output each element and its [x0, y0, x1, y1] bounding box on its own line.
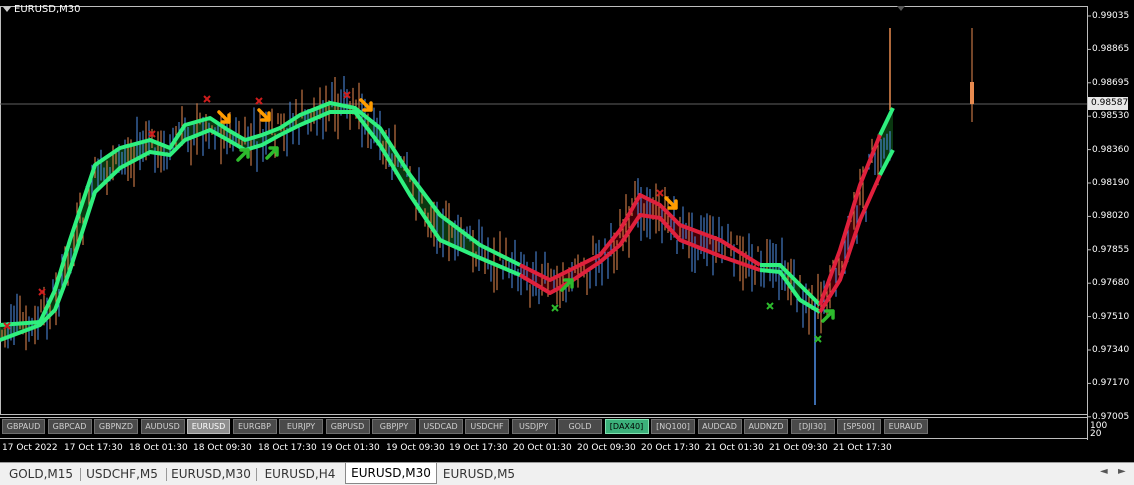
tab-eurusd-m30[interactable]: EURUSD,M30	[168, 465, 254, 484]
symbol-button-usdcad[interactable]: USDCAD	[418, 419, 463, 434]
symbol-button-audcad[interactable]: AUDCAD	[697, 419, 742, 434]
symbol-button-eurgbp[interactable]: EURGBP	[232, 419, 277, 434]
chart-shift-marker	[897, 6, 905, 11]
time-tick-label: 21 Oct 17:30	[833, 443, 892, 453]
symbol-button-gbpjpy[interactable]: GBPJPY	[372, 419, 416, 434]
time-tick-label: 20 Oct 01:30	[513, 443, 572, 453]
symbol-button-usdjpy[interactable]: USDJPY	[511, 419, 556, 434]
chart-symbol-title[interactable]: EURUSD,M30	[3, 4, 80, 15]
tab-eurusd-h4[interactable]: EURUSD,H4	[258, 465, 342, 484]
cross-marker-icon	[766, 302, 774, 310]
chart-frame	[0, 6, 1088, 415]
tab-scroll-left-icon[interactable]: ◄	[1100, 466, 1108, 477]
price-tick-label: 0.98190	[1092, 178, 1130, 188]
terminal-window: EURUSD,M30 0.99035 0.98865 0.98695 0.98530 0…	[0, 0, 1134, 485]
time-tick-label: 17 Oct 17:30	[64, 443, 123, 453]
price-tick-label: 0.97680	[1092, 278, 1130, 289]
tab-separator	[256, 468, 257, 481]
time-tick-label: 20 Oct 09:30	[577, 443, 636, 453]
candlestick	[970, 82, 974, 104]
symbol-button-dji30[interactable]: [DJI30]	[790, 419, 835, 434]
cross-marker-icon	[814, 335, 822, 343]
tab-scroll-right-icon[interactable]: ►	[1118, 466, 1126, 477]
chevron-down-icon[interactable]	[3, 7, 11, 12]
price-tick-label: 0.98530	[1092, 111, 1130, 122]
subwindow-min-label: 20	[1090, 429, 1102, 439]
symbol-button-gold[interactable]: GOLD	[558, 419, 602, 434]
symbol-button-eurjpy[interactable]: EURJPY	[279, 419, 323, 434]
tab-usdchf-m5[interactable]: USDCHF,M5	[80, 465, 164, 484]
symbol-button-euraud[interactable]: EURAUD	[883, 419, 928, 434]
tab-eurusd-m5[interactable]: EURUSD,M5	[437, 465, 521, 484]
symbol-button-nq100[interactable]: [NQ100]	[651, 419, 695, 434]
symbol-button-audnzd[interactable]: AUDNZD	[744, 419, 788, 434]
ma-fast-line	[0, 101, 521, 327]
cross-marker-icon	[255, 97, 263, 105]
price-tick-label: 0.97340	[1092, 345, 1130, 355]
time-tick-label: 18 Oct 17:30	[258, 443, 317, 453]
symbol-button-gbpaud[interactable]: GBPAUD	[2, 419, 45, 434]
price-tick-label: 0.98865	[1092, 44, 1130, 55]
tab-eurusd-m30[interactable]: EURUSD,M30	[345, 463, 437, 484]
price-tick-label: 0.97510	[1092, 311, 1130, 322]
tab-separator	[166, 468, 167, 481]
time-tick-label: 19 Oct 09:30	[386, 443, 445, 453]
time-tick-label: 18 Oct 09:30	[193, 443, 252, 453]
time-tick-label: 21 Oct 09:30	[769, 443, 828, 453]
ma-fast-line	[818, 134, 882, 306]
cross-marker-icon	[656, 189, 664, 197]
chart-tab-bar: ◄ ► GOLD,M15 USDCHF,M5 EURUSD,M30 EURUSD,H4…	[0, 462, 1134, 485]
tab-gold-m15[interactable]: GOLD,M15	[4, 465, 78, 484]
chart-title-text: EURUSD,M30	[14, 4, 81, 15]
chart-canvas[interactable]	[0, 0, 1134, 462]
symbol-button-gbpnzd[interactable]: GBPNZD	[94, 419, 138, 434]
buy-arrow-icon	[236, 148, 250, 162]
price-tick-label: 0.97855	[1092, 244, 1130, 255]
current-price-label: 0.98587	[1088, 97, 1128, 110]
symbol-button-audusd[interactable]: AUDUSD	[140, 419, 185, 434]
time-tick-label: 19 Oct 01:30	[321, 443, 380, 453]
price-tick-label: 0.97170	[1092, 378, 1130, 389]
symbol-button-eurusd[interactable]: EURUSD	[187, 419, 230, 434]
symbol-button-sp500[interactable]: [SP500]	[837, 419, 881, 434]
time-tick-label: 17 Oct 2022	[2, 443, 58, 453]
price-chart[interactable]: EURUSD,M30 0.99035 0.98865 0.98695 0.98530 0…	[0, 0, 1134, 462]
time-tick-label: 20 Oct 17:30	[641, 443, 700, 453]
price-tick-label: 0.98695	[1092, 77, 1130, 88]
symbol-button-usdchf[interactable]: USDCHF	[465, 419, 509, 434]
price-tick-label: 0.98020	[1092, 211, 1130, 222]
cross-marker-icon	[551, 304, 559, 312]
symbol-button-gbpusd[interactable]: GBPUSD	[325, 419, 370, 434]
time-tick-label: 19 Oct 17:30	[449, 443, 508, 453]
symbol-button-dax40[interactable]: [DAX40]	[604, 419, 649, 434]
cross-marker-icon	[203, 95, 211, 103]
price-tick-label: 0.99035	[1092, 11, 1130, 21]
time-tick-label: 18 Oct 01:30	[129, 443, 188, 453]
time-tick-label: 21 Oct 01:30	[705, 443, 764, 453]
symbol-button-gbpcad[interactable]: GBPCAD	[47, 419, 92, 434]
price-tick-label: 0.98360	[1092, 144, 1130, 155]
